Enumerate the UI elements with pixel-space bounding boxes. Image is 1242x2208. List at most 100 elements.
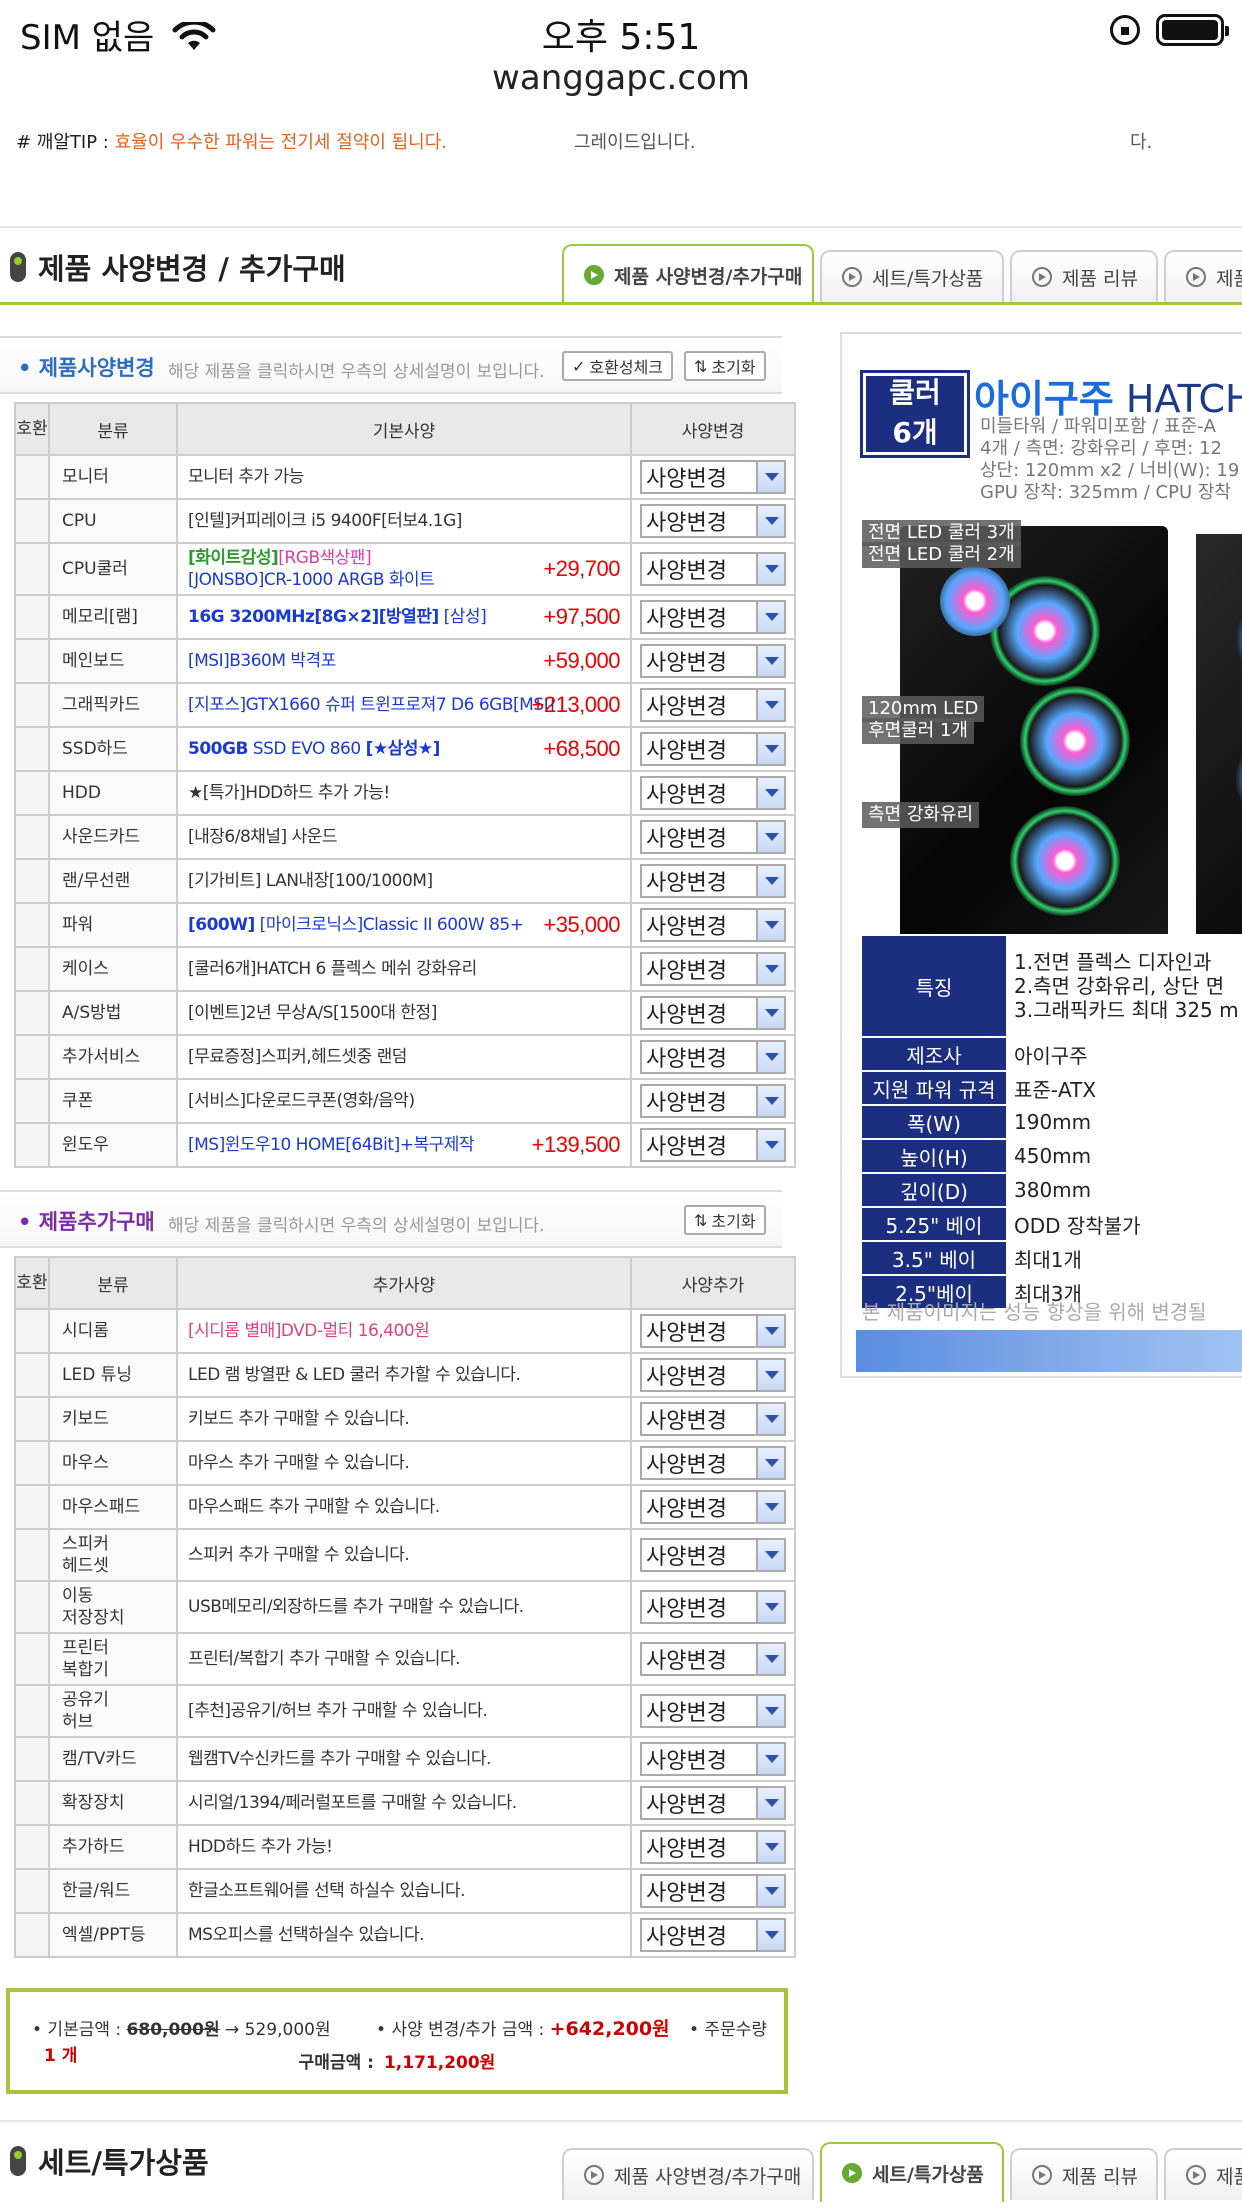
- tab-reviews[interactable]: 제품 리뷰: [1010, 250, 1158, 302]
- table-row[interactable]: 그래픽카드 [지포스]GTX1660 슈퍼 트윈프로져7 D6 6GB[MSI] +…: [14, 682, 796, 728]
- option-select[interactable]: 사양변경: [640, 1742, 786, 1776]
- option-select[interactable]: 사양변경: [640, 504, 786, 538]
- table-row[interactable]: 모니터 모니터 추가 가능 사양변경: [14, 454, 796, 500]
- table-row[interactable]: 엑셀/PPT등 MS오피스를 선택하실수 있습니다. 사양변경: [14, 1912, 796, 1958]
- reset-button[interactable]: ⇅ 초기화: [684, 351, 766, 381]
- dropdown-arrow-icon: [756, 602, 784, 632]
- dropdown-arrow-icon: [756, 1360, 784, 1390]
- table-row[interactable]: 사운드카드 [내장6/8채널] 사운드 사양변경: [14, 814, 796, 860]
- table-row[interactable]: HDD ★[특가]HDD하드 추가 가능! 사양변경: [14, 770, 796, 816]
- dropdown-arrow-icon: [756, 866, 784, 896]
- extra-reset-button[interactable]: ⇅ 초기화: [684, 1205, 766, 1235]
- table-row[interactable]: 쿠폰 [서비스]다운로드쿠폰(영화/음악) 사양변경: [14, 1078, 796, 1124]
- option-select[interactable]: 사양변경: [640, 1538, 786, 1572]
- dropdown-arrow-icon: [756, 690, 784, 720]
- tip-line: # 깨알TIP : 효율이 우수한 파워는 전기세 절약이 됩니다. 그레이드입…: [16, 132, 1153, 153]
- option-select[interactable]: 사양변경: [640, 552, 786, 586]
- table-header: 호환 분류 추가사양 사양추가: [14, 1256, 796, 1310]
- tab-options[interactable]: 제품 사양변경/추가구매: [562, 244, 814, 304]
- tab-reviews[interactable]: 제품 리뷰: [1010, 2148, 1158, 2200]
- table-row[interactable]: 공유기 허브 [추천]공유기/허브 추가 구매할 수 있습니다. 사양변경: [14, 1684, 796, 1738]
- option-select[interactable]: 사양변경: [640, 1490, 786, 1524]
- dropdown-arrow-icon: [756, 1042, 784, 1072]
- tab-set-specials[interactable]: 세트/특가상품: [820, 250, 1004, 302]
- table-row[interactable]: 랜/무선랜 [기가비트] LAN내장[100/1000M] 사양변경: [14, 858, 796, 904]
- dropdown-arrow-icon: [756, 646, 784, 676]
- table-row[interactable]: 시디롬 [시디롬 별매]DVD-멀티 16,400원 사양변경: [14, 1308, 796, 1354]
- arrow-circle-icon: [1032, 2165, 1052, 2185]
- arrow-circle-icon: [584, 2165, 604, 2185]
- option-select[interactable]: 사양변경: [640, 1128, 786, 1162]
- url-bar[interactable]: wanggapc.com: [0, 58, 1242, 110]
- fan-icon: [1236, 734, 1242, 824]
- option-select[interactable]: 사양변경: [640, 732, 786, 766]
- arrow-circle-icon: [1186, 2165, 1206, 2185]
- option-select[interactable]: 사양변경: [640, 1830, 786, 1864]
- dropdown-arrow-icon: [756, 1086, 784, 1116]
- bullet-icon: [10, 2146, 26, 2176]
- tab-options[interactable]: 제품 사양변경/추가구매: [562, 2148, 814, 2200]
- table-row[interactable]: 마우스 마우스 추가 구매할 수 있습니다. 사양변경: [14, 1440, 796, 1486]
- bullet-icon: [10, 252, 26, 282]
- blue-banner: [856, 1330, 1242, 1372]
- swap-arrows-icon: ⇅: [694, 1210, 708, 1230]
- option-select[interactable]: 사양변경: [640, 688, 786, 722]
- table-row[interactable]: CPU [인텔]커피레이크 i5 9400F[터보4.1G] 사양변경: [14, 498, 796, 544]
- tab-more[interactable]: 제품: [1164, 2148, 1242, 2200]
- spec-table: 호환 분류 기본사양 사양변경 모니터 모니터 추가 가능 사양변경 CPU [인텔]커…: [14, 402, 796, 1168]
- table-row[interactable]: 마우스패드 마우스패드 추가 구매할 수 있습니다. 사양변경: [14, 1484, 796, 1530]
- table-row[interactable]: SSD하드 500GB SSD EVO 860 [★삼성★] +68,500 사양변경: [14, 726, 796, 772]
- table-row[interactable]: 이동 저장장치 USB메모리/외장하드를 추가 구매할 수 있습니다. 사양변경: [14, 1580, 796, 1634]
- tab-more[interactable]: 제품: [1164, 250, 1242, 302]
- option-select[interactable]: 사양변경: [640, 1358, 786, 1392]
- divider: [0, 226, 1242, 228]
- option-select[interactable]: 사양변경: [640, 996, 786, 1030]
- arrow-circle-icon: [584, 265, 604, 285]
- table-row[interactable]: 키보드 키보드 추가 구매할 수 있습니다. 사양변경: [14, 1396, 796, 1442]
- table-row[interactable]: 캠/TV카드 웹캠TV수신카드를 추가 구매할 수 있습니다. 사양변경: [14, 1736, 796, 1782]
- table-row[interactable]: 프린터 복합기 프린터/복합기 추가 구매할 수 있습니다. 사양변경: [14, 1632, 796, 1686]
- option-select[interactable]: 사양변경: [640, 1694, 786, 1728]
- dropdown-arrow-icon: [756, 1404, 784, 1434]
- option-select[interactable]: 사양변경: [640, 1040, 786, 1074]
- table-row[interactable]: CPU쿨러 [화이트감성][RGB색상팬] [JONSBO]CR-1000 ARGB…: [14, 542, 796, 596]
- fan-icon: [1010, 806, 1120, 916]
- dropdown-arrow-icon: [756, 1920, 784, 1950]
- option-select[interactable]: 사양변경: [640, 1314, 786, 1348]
- option-select[interactable]: 사양변경: [640, 600, 786, 634]
- tab-set-specials[interactable]: 세트/특가상품: [820, 2142, 1004, 2202]
- table-row[interactable]: 추가하드 HDD하드 추가 가능! 사양변경: [14, 1824, 796, 1870]
- dropdown-arrow-icon: [756, 822, 784, 852]
- table-row[interactable]: 파워 [600W] [마이크로닉스]Classic II 600W 85+ +35,…: [14, 902, 796, 948]
- option-select[interactable]: 사양변경: [640, 1084, 786, 1118]
- option-select[interactable]: 사양변경: [640, 1402, 786, 1436]
- product-spec-table: 특징 1.전면 플렉스 디자인과 2.측면 강화유리, 상단 면 3.그래픽카드…: [860, 934, 1242, 1310]
- option-select[interactable]: 사양변경: [640, 1642, 786, 1676]
- table-row[interactable]: 확장장치 시리얼/1394/페러럴포트를 구매할 수 있습니다. 사양변경: [14, 1780, 796, 1826]
- option-select[interactable]: 사양변경: [640, 460, 786, 494]
- option-select[interactable]: 사양변경: [640, 1446, 786, 1480]
- table-row[interactable]: LED 튜닝 LED 램 방열판 & LED 쿨러 추가할 수 있습니다. 사양변경: [14, 1352, 796, 1398]
- option-select[interactable]: 사양변경: [640, 1786, 786, 1820]
- option-select[interactable]: 사양변경: [640, 908, 786, 942]
- option-select[interactable]: 사양변경: [640, 820, 786, 854]
- option-select[interactable]: 사양변경: [640, 864, 786, 898]
- table-row[interactable]: A/S방법 [이벤트]2년 무상A/S[1500대 한정] 사양변경: [14, 990, 796, 1036]
- table-row[interactable]: 추가서비스 [무료증정]스피커,헤드셋중 랜덤 사양변경: [14, 1034, 796, 1080]
- table-row[interactable]: 한글/워드 한글소프트웨어를 선택 하실수 있습니다. 사양변경: [14, 1868, 796, 1914]
- option-select[interactable]: 사양변경: [640, 644, 786, 678]
- price-delta: +213,000: [531, 692, 621, 717]
- option-select[interactable]: 사양변경: [640, 1874, 786, 1908]
- option-select[interactable]: 사양변경: [640, 1590, 786, 1624]
- option-select[interactable]: 사양변경: [640, 1918, 786, 1952]
- option-select[interactable]: 사양변경: [640, 776, 786, 810]
- table-row[interactable]: 메인보드 [MSI]B360M 박격포 +59,000 사양변경: [14, 638, 796, 684]
- table-row[interactable]: 케이스 [쿨러6개]HATCH 6 플렉스 메쉬 강화유리 사양변경: [14, 946, 796, 992]
- table-row[interactable]: 윈도우 [MS]윈도우10 HOME[64Bit]+복구제작 +139,500 사양변…: [14, 1122, 796, 1168]
- option-select[interactable]: 사양변경: [640, 952, 786, 986]
- fan-icon: [1020, 686, 1130, 796]
- dropdown-arrow-icon: [756, 998, 784, 1028]
- compat-check-button[interactable]: ✓ 호환성체크: [562, 351, 674, 381]
- table-row[interactable]: 메모리[램] 16G 3200MHz[8G×2][방열판] [삼성] +97,500…: [14, 594, 796, 640]
- table-row[interactable]: 스피커 헤드셋 스피커 추가 구매할 수 있습니다. 사양변경: [14, 1528, 796, 1582]
